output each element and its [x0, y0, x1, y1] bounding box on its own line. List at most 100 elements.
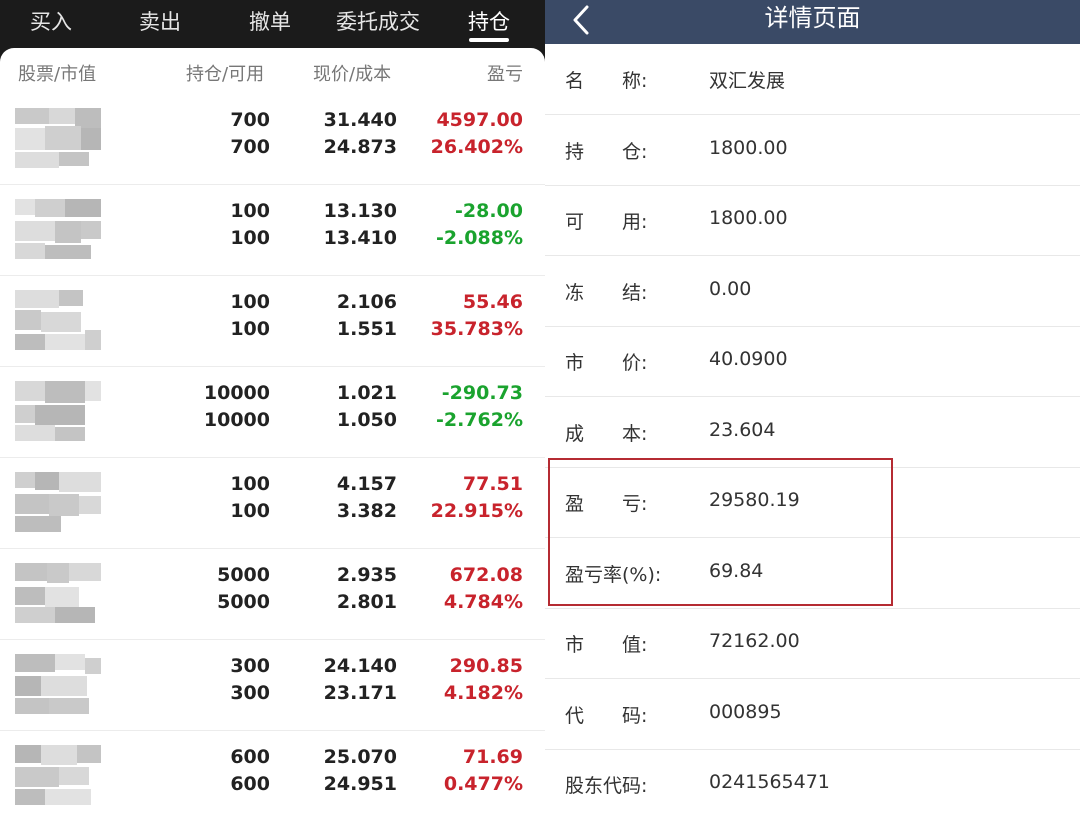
stock-name-blurred — [15, 472, 101, 532]
holding-row[interactable]: 300 300 24.140 23.171 290.85 4.182% — [0, 639, 545, 731]
detail-row: 股东代码: 0241565471 — [545, 749, 1080, 818]
detail-header: 详情页面 — [545, 0, 1080, 44]
available-qty: 5000 — [217, 591, 270, 613]
detail-row: 可 用: 1800.00 — [545, 185, 1080, 256]
profit-loss-amount: 55.46 — [462, 291, 523, 313]
page-title: 详情页面 — [764, 4, 861, 32]
cost-price: 13.410 — [323, 227, 397, 249]
holding-row[interactable]: 5000 5000 2.935 2.801 672.08 4.784% — [0, 548, 545, 640]
detail-label: 市 值: — [565, 634, 648, 656]
current-price: 24.140 — [323, 655, 397, 677]
detail-label: 股东代码: — [565, 775, 648, 797]
cost-price: 1.050 — [336, 409, 397, 431]
profit-highlight-box — [548, 458, 893, 606]
holding-row[interactable]: 700 700 31.440 24.873 4597.00 26.402% — [0, 93, 545, 185]
holding-qty: 10000 — [203, 382, 270, 404]
detail-label: 可 用: — [565, 211, 648, 233]
detail-row: 市 价: 40.0900 — [545, 326, 1080, 397]
current-price: 13.130 — [323, 200, 397, 222]
profit-loss-amount: 290.85 — [449, 655, 523, 677]
current-price: 2.106 — [336, 291, 397, 313]
column-header: 股票/市值 持仓/可用 现价/成本 盈亏 — [0, 48, 545, 93]
holding-qty: 700 — [230, 109, 270, 131]
holding-row[interactable]: 10000 10000 1.021 1.050 -290.73 -2.762% — [0, 366, 545, 458]
trade-tab-bar: 买入 卖出 撤单 委托成交 持仓 — [0, 0, 545, 48]
tab-holdings[interactable]: 持仓 — [468, 6, 510, 42]
cost-price: 23.171 — [323, 682, 397, 704]
profit-loss-amount: -28.00 — [455, 200, 523, 222]
detail-label: 代 码: — [565, 704, 648, 727]
stock-name-blurred — [15, 745, 101, 805]
profit-loss-percent: 26.402% — [430, 136, 523, 158]
tab-cancel-order[interactable]: 撤单 — [249, 6, 291, 38]
detail-value: 72162.00 — [709, 630, 800, 652]
holding-qty: 100 — [230, 291, 270, 313]
detail-row: 名 称: 双汇发展 — [545, 44, 1080, 115]
detail-value: 1800.00 — [709, 136, 788, 159]
holding-qty: 600 — [230, 746, 270, 768]
detail-label: 成 本: — [565, 422, 648, 445]
col-holding-available: 持仓/可用 — [186, 64, 265, 85]
detail-value: 0.00 — [709, 277, 752, 300]
available-qty: 100 — [230, 318, 270, 340]
stock-name-blurred — [15, 381, 101, 441]
holding-row[interactable]: 100 100 4.157 3.382 77.51 22.915% — [0, 457, 545, 549]
detail-row: 冻 结: 0.00 — [545, 256, 1080, 327]
detail-row: 成 本: 23.604 — [545, 397, 1080, 468]
tab-holdings-label: 持仓 — [468, 10, 510, 34]
detail-value: 000895 — [709, 700, 782, 723]
current-price: 1.021 — [336, 382, 397, 404]
available-qty: 100 — [230, 227, 270, 249]
stock-name-blurred — [15, 199, 101, 259]
cost-price: 3.382 — [336, 500, 397, 522]
tab-buy[interactable]: 买入 — [30, 6, 72, 38]
stock-name-blurred — [15, 108, 101, 168]
tab-orders-trades[interactable]: 委托成交 — [336, 6, 420, 38]
holding-qty: 100 — [230, 200, 270, 222]
detail-label: 市 价: — [565, 352, 648, 374]
holding-row[interactable]: 100 100 13.130 13.410 -28.00 -2.088% — [0, 184, 545, 276]
detail-value: 双汇发展 — [709, 70, 786, 92]
detail-label: 持 仓: — [565, 140, 648, 163]
available-qty: 300 — [230, 682, 270, 704]
profit-loss-amount: 4597.00 — [436, 109, 523, 131]
holding-qty: 5000 — [217, 564, 270, 586]
detail-row: 持 仓: 1800.00 — [545, 115, 1080, 186]
detail-value: 0241565471 — [709, 771, 830, 793]
available-qty: 100 — [230, 500, 270, 522]
profit-loss-percent: -2.762% — [435, 409, 523, 431]
detail-panel: 详情页面 名 称: 双汇发展持 仓: 1800.00 可 用: 1800.00 冻 结: 0… — [545, 0, 1080, 818]
positions-panel: 买入 卖出 撤单 委托成交 持仓 股票/市值 持仓/可用 现价/成本 盈亏 70… — [0, 0, 545, 818]
profit-loss-percent: 35.783% — [430, 318, 523, 340]
detail-label: 冻 结: — [565, 281, 648, 304]
available-qty: 700 — [230, 136, 270, 158]
holdings-sheet: 股票/市值 持仓/可用 现价/成本 盈亏 700 700 31.440 24.873 4… — [0, 48, 545, 818]
detail-value: 1800.00 — [709, 207, 788, 229]
profit-loss-percent: 4.182% — [443, 682, 523, 704]
profit-loss-percent: 0.477% — [443, 773, 523, 795]
profit-loss-amount: 71.69 — [462, 746, 523, 768]
stock-name-blurred — [15, 654, 101, 714]
tab-sell[interactable]: 卖出 — [139, 6, 181, 38]
col-profit-loss: 盈亏 — [487, 64, 523, 85]
col-price-cost: 现价/成本 — [313, 64, 392, 85]
current-price: 25.070 — [323, 746, 397, 768]
available-qty: 600 — [230, 773, 270, 795]
profit-loss-amount: -290.73 — [441, 382, 523, 404]
detail-row: 市 值: 72162.00 — [545, 608, 1080, 679]
detail-value: 40.0900 — [709, 348, 788, 370]
holding-row[interactable]: 600 600 25.070 24.951 71.69 0.477% — [0, 730, 545, 818]
profit-loss-amount: 77.51 — [462, 473, 523, 495]
holding-row[interactable]: 100 100 2.106 1.551 55.46 35.783% — [0, 275, 545, 367]
holding-qty: 300 — [230, 655, 270, 677]
profit-loss-amount: 672.08 — [449, 564, 523, 586]
stock-name-blurred — [15, 563, 101, 623]
cost-price: 2.801 — [336, 591, 397, 613]
current-price: 4.157 — [336, 473, 397, 495]
cost-price: 1.551 — [336, 318, 397, 340]
active-tab-indicator — [469, 38, 509, 42]
current-price: 2.935 — [336, 564, 397, 586]
current-price: 31.440 — [323, 109, 397, 131]
col-stock-value: 股票/市值 — [18, 64, 97, 85]
profit-loss-percent: 22.915% — [430, 500, 523, 522]
